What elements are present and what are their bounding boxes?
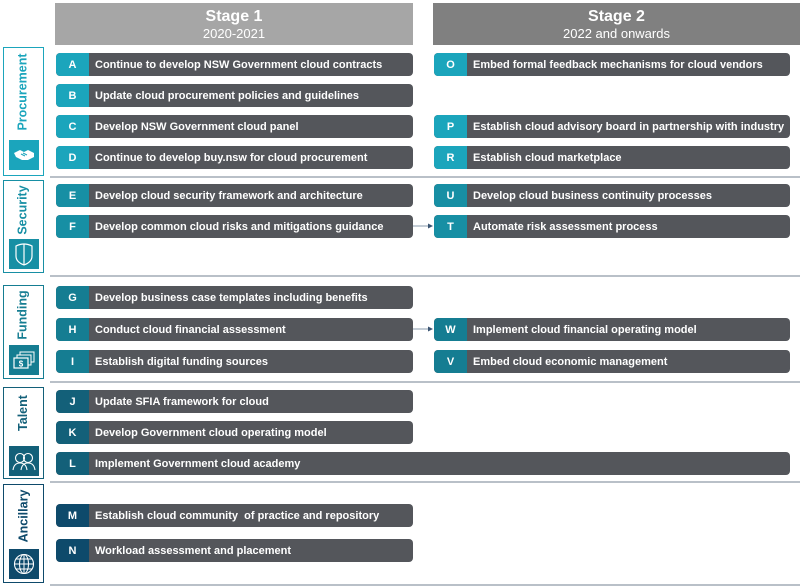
initiative-text: Implement cloud financial operating mode… <box>473 323 697 336</box>
initiative-text: Continue to develop buy.nsw for cloud pr… <box>95 151 368 164</box>
initiative-c: C Develop NSW Government cloud panel <box>56 115 413 138</box>
initiative-m: M Establish cloud community of practice … <box>56 504 413 527</box>
initiative-badge: R <box>434 146 467 169</box>
initiative-text: Establish cloud advisory board in partne… <box>473 120 785 133</box>
initiative-a: A Continue to develop NSW Government clo… <box>56 53 413 76</box>
stage-2-years: 2022 and onwards <box>563 25 670 41</box>
initiative-text: Develop business case templates includin… <box>95 291 368 304</box>
initiative-text: Embed cloud economic management <box>473 355 668 368</box>
initiative-f: F Develop common cloud risks and mitigat… <box>56 215 413 238</box>
initiative-text: Conduct cloud financial assessment <box>95 323 286 336</box>
initiative-text: Continue to develop NSW Government cloud… <box>95 58 383 71</box>
initiative-text: Update cloud procurement policies and gu… <box>95 89 360 102</box>
initiative-e: E Develop cloud security framework and a… <box>56 184 413 207</box>
initiative-badge: K <box>56 421 89 444</box>
initiative-r: R Establish cloud marketplace <box>434 146 790 169</box>
initiative-i: I Establish digital funding sources <box>56 350 413 373</box>
stage-1-years: 2020-2021 <box>202 25 266 41</box>
initiative-text: Embed formal feedback mechanisms for clo… <box>473 58 763 71</box>
initiative-text: Workload assessment and placement <box>95 544 292 557</box>
initiative-text: Update SFIA framework for cloud <box>95 395 269 408</box>
initiative-t: T Automate risk assessment process <box>434 215 790 238</box>
initiative-text: Establish cloud marketplace <box>473 151 622 164</box>
arrow-f-to-t <box>413 223 433 229</box>
initiative-text: Develop cloud business continuity proces… <box>473 189 713 202</box>
initiative-badge: B <box>56 84 89 107</box>
initiative-v: V Embed cloud economic management <box>434 350 790 373</box>
initiative-badge: N <box>56 539 89 562</box>
initiative-w: W Implement cloud financial operating mo… <box>434 318 790 341</box>
initiative-badge: O <box>434 53 467 76</box>
initiative-badge: W <box>434 318 467 341</box>
section-divider <box>50 381 800 383</box>
handshake-icon <box>9 140 39 170</box>
initiative-text: Develop NSW Government cloud panel <box>95 120 299 133</box>
initiative-badge: I <box>56 350 89 373</box>
procurement-label: Procurement <box>16 53 31 131</box>
ancillary-label: Ancillary <box>16 489 30 543</box>
stage-1-title: Stage 1 <box>205 7 263 25</box>
people-icon <box>9 446 39 476</box>
initiative-badge: G <box>56 286 89 309</box>
procurement-panel: Procurement <box>3 47 44 176</box>
section-divider <box>50 584 800 586</box>
section-divider <box>50 481 800 483</box>
initiative-p: P Establish cloud advisory board in part… <box>434 115 790 138</box>
stage-2-header: Stage 2 2022 and onwards <box>433 3 800 45</box>
money-icon: $ <box>9 345 39 375</box>
initiative-badge: H <box>56 318 89 341</box>
initiative-text: Develop common cloud risks and mitigatio… <box>95 220 384 233</box>
initiative-j: J Update SFIA framework for cloud <box>56 390 413 413</box>
initiative-badge: D <box>56 146 89 169</box>
stage-2-title: Stage 2 <box>588 7 645 25</box>
security-label: Security <box>16 185 30 235</box>
initiative-n: N Workload assessment and placement <box>56 539 413 562</box>
talent-panel: Talent <box>3 387 44 479</box>
funding-label: Funding <box>16 290 31 340</box>
initiative-text: Automate risk assessment process <box>473 220 658 233</box>
initiative-text: Establish digital funding sources <box>95 355 268 368</box>
initiative-text: Implement Government cloud academy <box>95 457 301 470</box>
initiative-u: U Develop cloud business continuity proc… <box>434 184 790 207</box>
initiative-badge: E <box>56 184 89 207</box>
initiative-badge: P <box>434 115 467 138</box>
section-divider <box>50 275 800 277</box>
globe-icon <box>9 549 39 579</box>
initiative-b: B Update cloud procurement policies and … <box>56 84 413 107</box>
initiative-badge: M <box>56 504 89 527</box>
initiative-h: H Conduct cloud financial assessment <box>56 318 413 341</box>
initiative-k: K Develop Government cloud operating mod… <box>56 421 413 444</box>
initiative-badge: V <box>434 350 467 373</box>
funding-panel: Funding $ <box>3 285 44 379</box>
initiative-badge: T <box>434 215 467 238</box>
initiative-badge: L <box>56 452 89 475</box>
initiative-d: D Continue to develop buy.nsw for cloud … <box>56 146 413 169</box>
ancillary-panel: Ancillary <box>3 484 44 583</box>
initiative-text: Develop Government cloud operating model <box>95 426 327 439</box>
initiative-l: L Implement Government cloud academy <box>56 452 790 475</box>
initiative-badge: J <box>56 390 89 413</box>
initiative-text: Develop cloud security framework and arc… <box>95 189 363 202</box>
initiative-text: Establish cloud community of practice an… <box>95 509 380 522</box>
initiative-badge: F <box>56 215 89 238</box>
shield-icon <box>9 239 39 269</box>
svg-text:$: $ <box>19 360 24 369</box>
initiative-o: O Embed formal feedback mechanisms for c… <box>434 53 790 76</box>
initiative-badge: A <box>56 53 89 76</box>
initiative-badge: C <box>56 115 89 138</box>
stage-1-header: Stage 1 2020-2021 <box>55 3 413 45</box>
section-divider <box>50 176 800 178</box>
initiative-g: G Develop business case templates includ… <box>56 286 413 309</box>
talent-label: Talent <box>15 395 30 431</box>
security-panel: Security <box>3 180 44 273</box>
initiative-badge: U <box>434 184 467 207</box>
arrow-h-to-w <box>413 326 433 332</box>
